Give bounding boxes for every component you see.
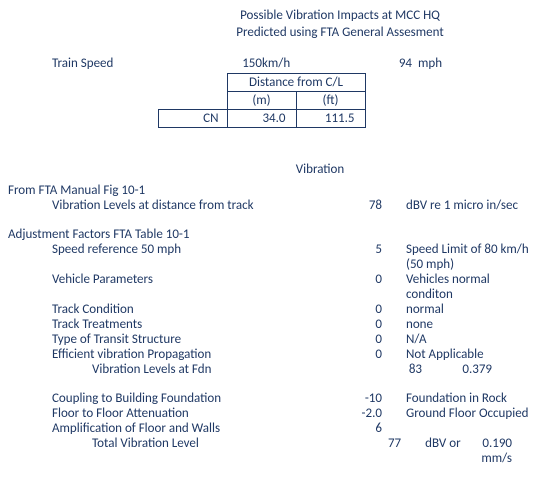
title-line-2: Predicted using FTA General Assesment bbox=[148, 25, 532, 42]
levels-at-fdn-label: Vibration Levels at Fdn bbox=[8, 362, 372, 377]
factor-track-treat-label: Track Treatments bbox=[8, 317, 332, 332]
factor-transit-value: 0 bbox=[332, 332, 388, 347]
train-speed-kmh-unit: km/h bbox=[262, 56, 322, 71]
train-speed-kmh-value: 150 bbox=[202, 56, 262, 71]
train-speed-row: Train Speed 150 km/h 94 mph bbox=[8, 56, 532, 71]
factor-propagation-note: Not Applicable bbox=[388, 347, 532, 362]
attenuation-note: Ground Floor Occupied bbox=[388, 406, 532, 421]
factor-track-cond-value: 0 bbox=[332, 302, 388, 317]
distance-row-label: CN bbox=[159, 109, 228, 127]
factor-track-cond-note: normal bbox=[388, 302, 532, 317]
total-label: Total Vibration Level bbox=[8, 436, 354, 466]
factor-speed-ref-value: 5 bbox=[332, 242, 388, 272]
factor-propagation-value: 0 bbox=[332, 347, 388, 362]
levels-at-fdn-value: 83 bbox=[372, 362, 428, 377]
train-speed-mph-unit: mph bbox=[412, 56, 442, 71]
attenuation-label: Floor to Floor Attenuation bbox=[8, 406, 332, 421]
total-value: 77 bbox=[354, 436, 407, 466]
factor-speed-ref-label: Speed reference 50 mph bbox=[8, 242, 332, 272]
factor-vehicle-note: Vehicles normal conditon bbox=[388, 272, 532, 302]
train-speed-label: Train Speed bbox=[8, 56, 202, 71]
total-extra: 0.190 mm/s bbox=[481, 436, 532, 466]
levels-at-track-label: Vibration Levels at distance from track bbox=[8, 198, 332, 213]
levels-at-fdn-extra: 0.379 bbox=[428, 362, 532, 377]
factor-transit-label: Type of Transit Structure bbox=[8, 332, 332, 347]
levels-at-track-value: 78 bbox=[332, 198, 388, 213]
coupling-note: Foundation in Rock bbox=[388, 391, 532, 406]
distance-header: Distance from C/L bbox=[227, 73, 365, 91]
title-line-1: Possible Vibration Impacts at MCC HQ bbox=[148, 8, 532, 25]
factor-vehicle-label: Vehicle Parameters bbox=[8, 272, 332, 302]
train-speed-mph-value: 94 bbox=[322, 56, 412, 71]
factor-speed-ref-note: Speed Limit of 80 km/h (50 mph) bbox=[388, 242, 532, 272]
amplification-note bbox=[388, 421, 532, 436]
coupling-value: -10 bbox=[332, 391, 388, 406]
from-manual-label: From FTA Manual Fig 10-1 bbox=[8, 183, 532, 198]
distance-table: Distance from C/L (m) (ft) CN 34.0 111.5 bbox=[158, 73, 366, 128]
factor-vehicle-value: 0 bbox=[332, 272, 388, 302]
factor-transit-note: N/A bbox=[388, 332, 532, 347]
levels-at-track-unit: dBV re 1 micro in/sec bbox=[388, 198, 532, 213]
distance-col-m: (m) bbox=[227, 91, 296, 109]
factor-track-treat-note: none bbox=[388, 317, 532, 332]
distance-val-m: 34.0 bbox=[227, 109, 296, 127]
adj-factors-heading: Adjustment Factors FTA Table 10-1 bbox=[8, 227, 532, 242]
vibration-heading: Vibration bbox=[108, 162, 532, 177]
title-block: Possible Vibration Impacts at MCC HQ Pre… bbox=[148, 8, 532, 42]
factor-track-treat-value: 0 bbox=[332, 317, 388, 332]
total-unit: dBV or bbox=[407, 436, 481, 466]
factor-propagation-label: Efficient vibration Propagation bbox=[8, 347, 332, 362]
distance-val-ft: 111.5 bbox=[296, 109, 365, 127]
attenuation-value: -2.0 bbox=[332, 406, 388, 421]
factor-track-cond-label: Track Condition bbox=[8, 302, 332, 317]
distance-col-ft: (ft) bbox=[296, 91, 365, 109]
amplification-value: 6 bbox=[332, 421, 388, 436]
coupling-label: Coupling to Building Foundation bbox=[8, 391, 332, 406]
amplification-label: Amplification of Floor and Walls bbox=[8, 421, 332, 436]
